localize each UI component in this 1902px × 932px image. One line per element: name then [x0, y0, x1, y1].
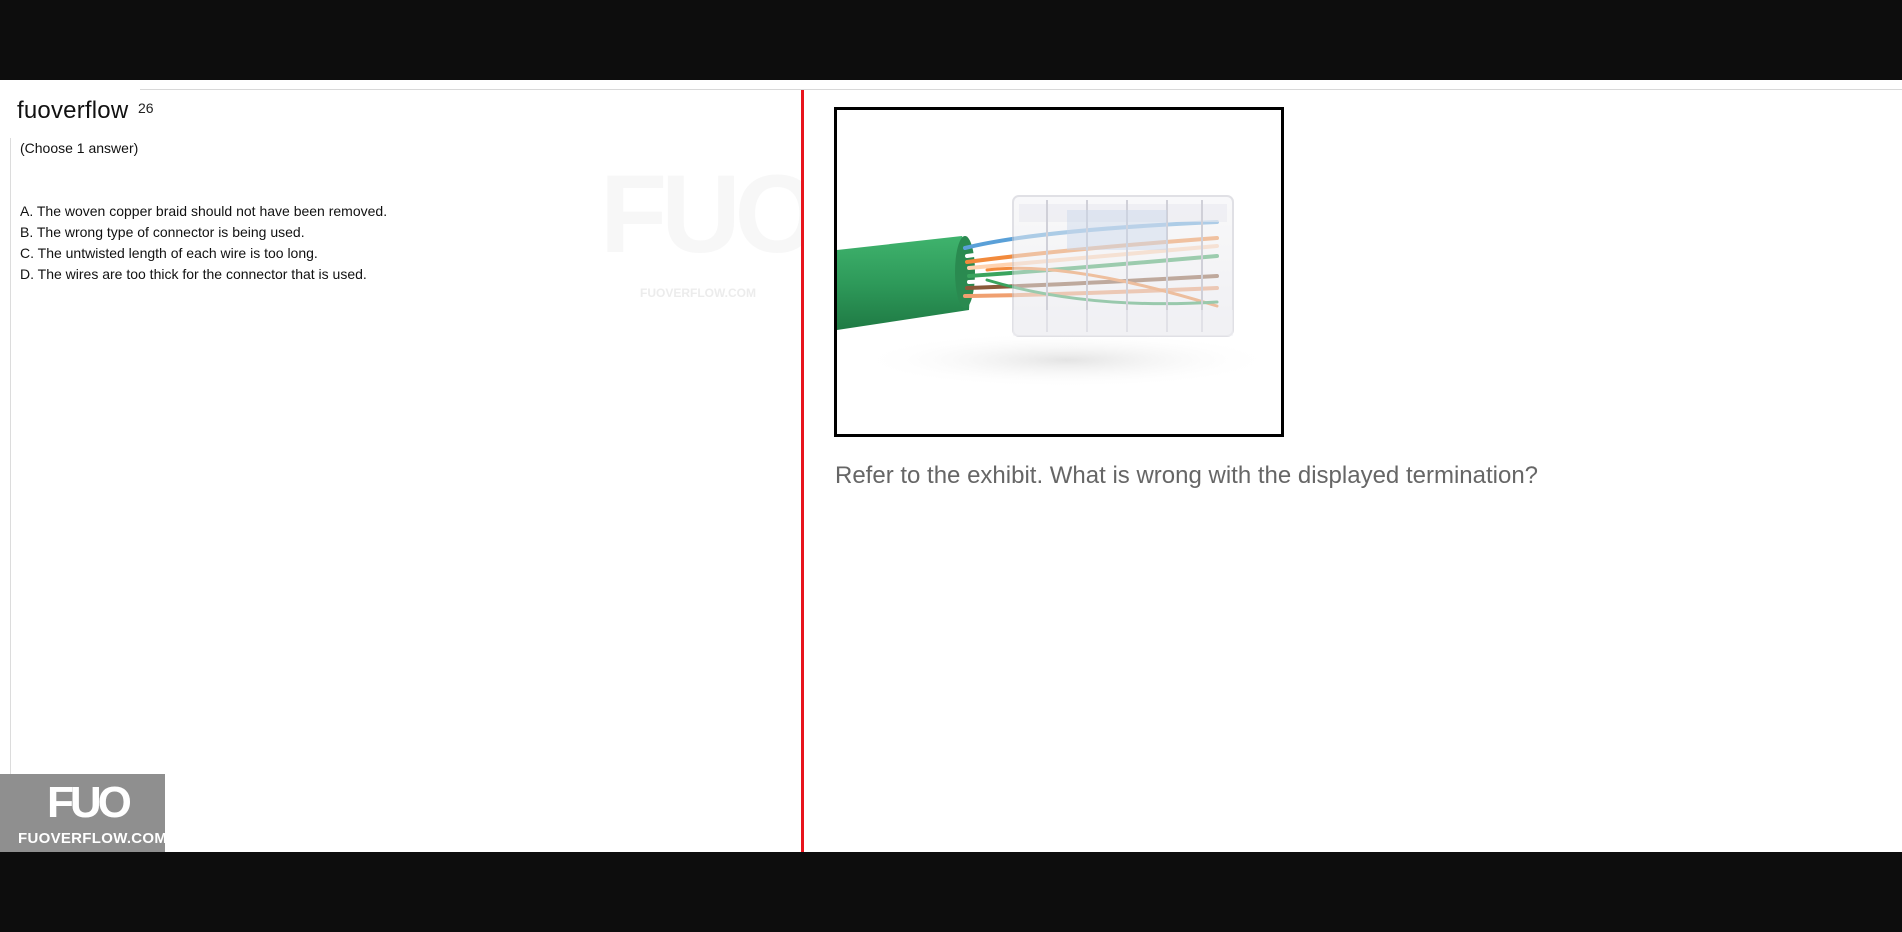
question-pane: Refer to the exhibit. What is wrong with…	[804, 90, 1902, 852]
site-logo[interactable]: FUO FUOVERFLOW.COM	[0, 774, 168, 852]
answer-option-d[interactable]: D. The wires are too thick for the conne…	[20, 264, 387, 285]
question-prompt: Refer to the exhibit. What is wrong with…	[835, 462, 1539, 489]
answer-option-b[interactable]: B. The wrong type of connector is being …	[20, 222, 387, 243]
answer-list: A. The woven copper braid should not hav…	[20, 201, 387, 285]
brand-title: fuoverflow	[17, 97, 129, 124]
logo-mark: FUO	[47, 778, 132, 827]
answer-pane: FUO FUOVERFLOW.COM fuoverflow 26 (Choose…	[0, 90, 820, 852]
answer-instruction: (Choose 1 answer)	[20, 140, 139, 156]
background-watermark-site: FUOVERFLOW.COM	[640, 286, 756, 300]
brand-box: fuoverflow	[0, 90, 140, 138]
bottom-letterbox-bar	[0, 852, 1902, 932]
question-number: 26	[138, 100, 154, 116]
background-watermark: FUO	[600, 153, 820, 276]
answer-option-c[interactable]: C. The untwisted length of each wire is …	[20, 243, 387, 264]
page-content: FUO FUOVERFLOW.COM fuoverflow 26 (Choose…	[0, 80, 1902, 852]
left-border-line	[10, 138, 11, 852]
logo-site-name: FUOVERFLOW.COM	[18, 830, 168, 847]
exhibit-image	[834, 107, 1284, 437]
ethernet-cable-icon	[837, 195, 1277, 388]
answer-option-a[interactable]: A. The woven copper braid should not hav…	[20, 201, 387, 222]
top-letterbox-bar	[0, 0, 1902, 80]
